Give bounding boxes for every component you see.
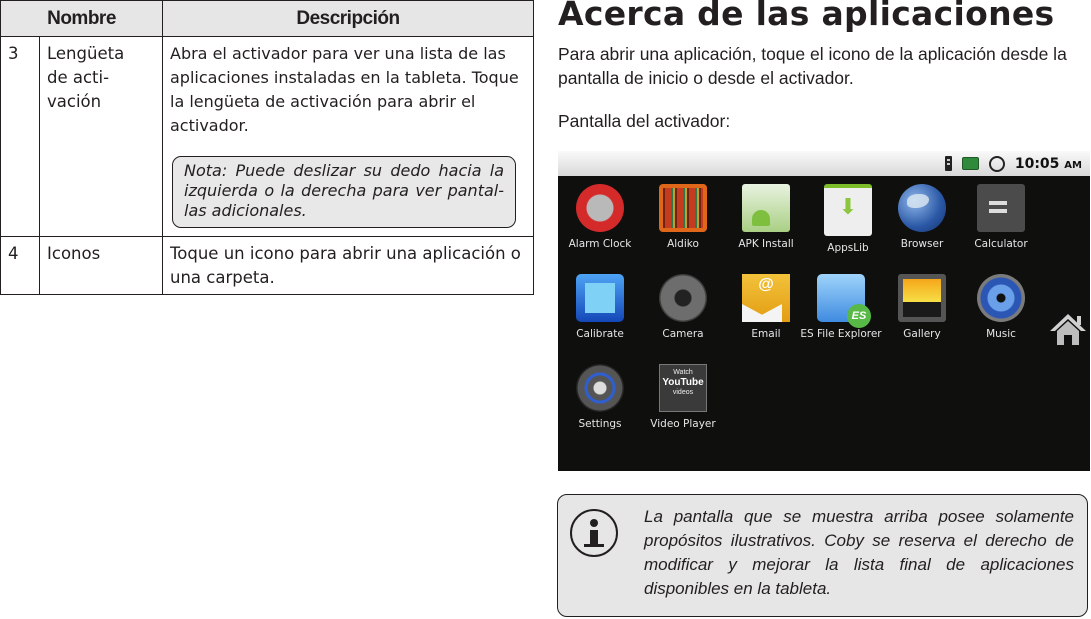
- note-box: Nota: Puede deslizar su dedo hacia la iz…: [172, 156, 516, 228]
- aldiko-icon: [659, 184, 707, 232]
- youtube-video-icon: Watch YouTube videos: [659, 364, 707, 412]
- status-time: 10:05 AM: [1014, 155, 1082, 172]
- alarm-clock-icon: [576, 184, 624, 232]
- info-note-box: La pantalla que se muestra arriba posee …: [557, 494, 1088, 617]
- row-number: 3: [0, 36, 40, 237]
- calibrate-icon: [576, 274, 624, 322]
- row-name: Iconos: [39, 236, 163, 295]
- home-icon[interactable]: [1048, 311, 1088, 347]
- music-speaker-icon: [977, 274, 1025, 322]
- launcher-screenshot: 10:05 AM Alarm Clock Aldiko APK Install …: [558, 151, 1090, 471]
- app-settings[interactable]: Settings: [558, 364, 645, 430]
- row-description: Toque un icono para abrir una aplicación…: [162, 236, 534, 295]
- app-alarm-clock[interactable]: Alarm Clock: [558, 184, 645, 250]
- app-browser[interactable]: Browser: [877, 184, 967, 250]
- table-header-row: Nombre Descripción: [0, 0, 534, 37]
- header-nombre: Nombre: [0, 0, 163, 37]
- row-number: 4: [0, 236, 40, 295]
- app-gallery[interactable]: Gallery: [877, 274, 967, 340]
- app-calculator[interactable]: Calculator: [956, 184, 1046, 250]
- app-music[interactable]: Music: [956, 274, 1046, 340]
- appslib-icon: [824, 184, 872, 236]
- app-camera[interactable]: Camera: [638, 274, 728, 340]
- app-video-player[interactable]: Watch YouTube videos Video Player: [638, 364, 728, 430]
- camera-icon: [659, 274, 707, 322]
- browser-globe-icon: [898, 184, 946, 232]
- alarm-icon: [988, 155, 1005, 172]
- app-es-file-explorer[interactable]: ES File Explorer: [796, 274, 886, 340]
- sd-card-icon: [944, 156, 952, 171]
- row-name: Lengüeta de acti-vación: [39, 36, 163, 237]
- row-description-text: Abra el activador para ver una lista de …: [170, 44, 519, 135]
- info-note-text: La pantalla que se muestra arriba posee …: [644, 507, 1074, 598]
- apk-install-icon: [742, 184, 790, 232]
- row-description: Abra el activador para ver una lista de …: [162, 36, 534, 237]
- status-bar: 10:05 AM: [558, 151, 1090, 176]
- app-calibrate[interactable]: Calibrate: [558, 274, 645, 340]
- header-descripcion: Descripción: [162, 0, 534, 37]
- description-table: Nombre Descripción 3 Lengüeta de acti-vac…: [0, 0, 534, 295]
- settings-icon: [576, 364, 624, 412]
- section-title: Acerca de las aplicaciones: [558, 0, 1055, 33]
- intro-paragraph: Para abrir una aplicación, toque el icon…: [558, 44, 1067, 88]
- table-row: 4 Iconos Toque un icono para abrir una a…: [0, 236, 534, 295]
- table-row: 3 Lengüeta de acti-vación Abra el activad…: [0, 36, 534, 237]
- app-apk-install[interactable]: APK Install: [721, 184, 811, 250]
- calculator-icon: [977, 184, 1025, 232]
- usb-icon: [961, 157, 979, 170]
- screen-caption: Pantalla del activador:: [558, 111, 731, 131]
- gallery-icon: [898, 274, 946, 322]
- es-file-explorer-icon: [817, 274, 871, 328]
- email-icon: [742, 274, 790, 322]
- info-icon: [570, 509, 618, 557]
- app-aldiko[interactable]: Aldiko: [638, 184, 728, 250]
